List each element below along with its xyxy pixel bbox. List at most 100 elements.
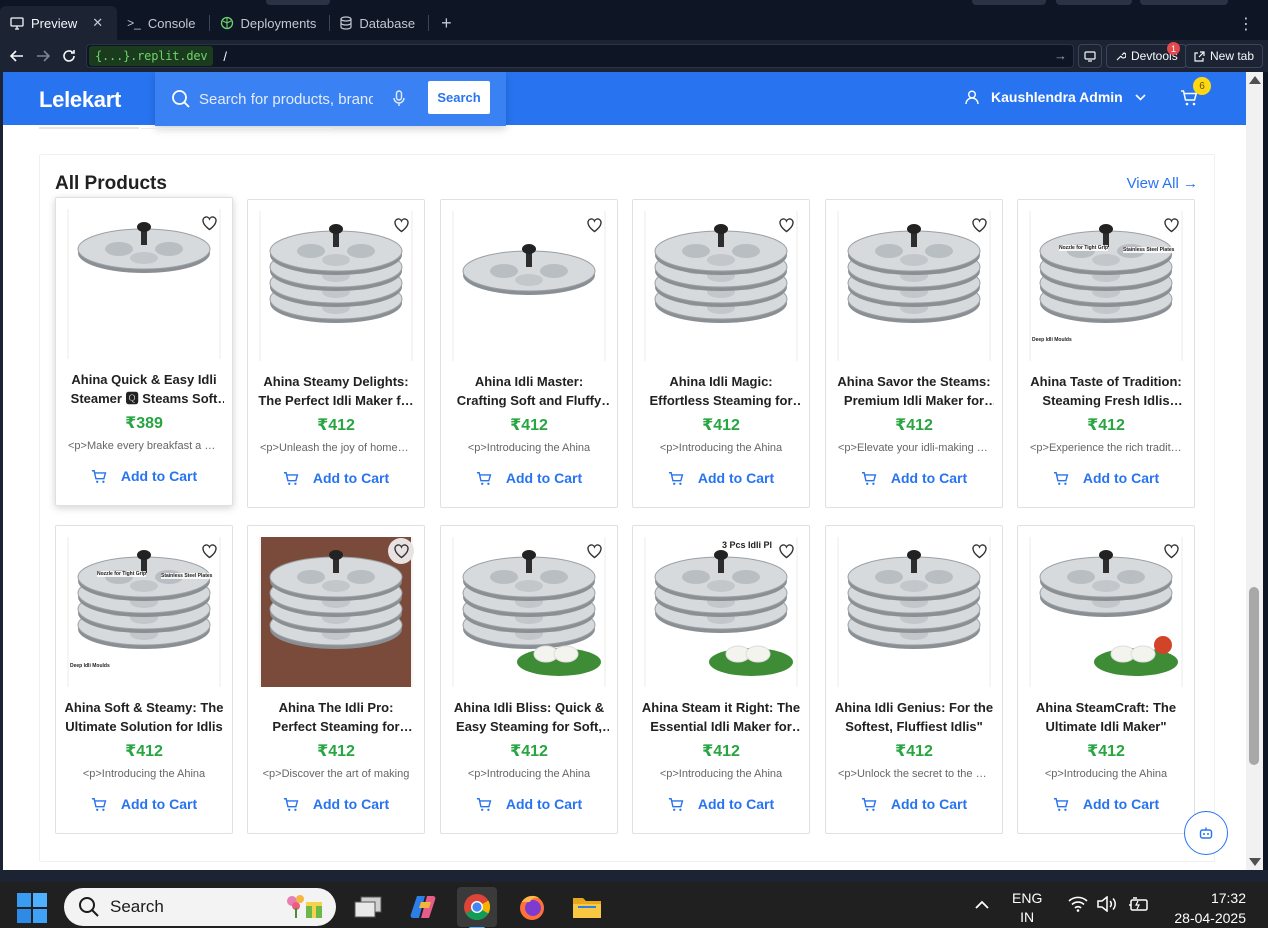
add-to-cart-button[interactable]: Add to Cart [633, 796, 809, 812]
url-input[interactable]: {...}.replit.dev / → [86, 44, 1074, 68]
wishlist-heart-icon[interactable] [388, 212, 414, 238]
product-name[interactable]: Ahina Steamy Delights: The Perfect Idli … [256, 373, 416, 411]
product-card[interactable]: Ahina Idli Master: Crafting Soft and Flu… [440, 199, 618, 508]
product-image[interactable]: Nozzle for Tight Grip Stainless Steel Pla… [1029, 211, 1183, 361]
taskbar-search-box[interactable]: Search [64, 888, 336, 926]
product-name[interactable]: Ahina Steam it Right: The Essential Idli… [641, 699, 801, 737]
top-stub [266, 0, 330, 5]
product-image[interactable] [67, 209, 221, 359]
product-image[interactable]: Nozzle for Tight Grip Stainless Steel Pla… [67, 537, 221, 687]
windows-start-icon[interactable] [17, 893, 47, 923]
go-arrow-icon[interactable]: → [1054, 48, 1067, 63]
wishlist-heart-icon[interactable] [581, 538, 607, 564]
volume-icon[interactable] [1097, 896, 1119, 912]
product-name[interactable]: Ahina Idli Magic: Effortless Steaming fo… [641, 373, 801, 411]
wishlist-heart-icon[interactable] [196, 210, 222, 236]
file-explorer-button[interactable] [567, 887, 607, 927]
tab-preview[interactable]: Preview ✕ [0, 6, 118, 40]
wishlist-heart-icon[interactable] [581, 212, 607, 238]
product-name[interactable]: Ahina Taste of Tradition: Steaming Fresh… [1026, 373, 1186, 411]
search-input[interactable] [199, 88, 373, 110]
add-tab-button[interactable]: + [429, 6, 464, 40]
language-indicator[interactable]: ENG IN [1012, 889, 1042, 927]
product-card[interactable]: Nozzle for Tight Grip Stainless Steel Pla… [1017, 199, 1195, 508]
reload-icon[interactable] [56, 43, 82, 69]
scroll-thumb[interactable] [1249, 587, 1259, 765]
product-image[interactable] [259, 537, 413, 687]
wifi-icon[interactable] [1068, 896, 1088, 912]
user-menu[interactable]: Kaushlendra Admin [965, 89, 1146, 105]
product-image[interactable] [452, 537, 606, 687]
product-name[interactable]: Ahina The Idli Pro: Perfect Steaming for… [256, 699, 416, 737]
clock[interactable]: 17:32 28-04-2025 [1174, 888, 1246, 928]
add-to-cart-button[interactable]: Add to Cart [248, 470, 424, 486]
view-all-link[interactable]: View All → [1127, 175, 1198, 192]
forward-arrow-icon[interactable] [30, 43, 56, 69]
product-card[interactable]: Ahina Idli Bliss: Quick & Easy Steaming … [440, 525, 618, 834]
page-scrollbar[interactable] [1246, 72, 1263, 870]
new-tab-button[interactable]: New tab [1185, 44, 1264, 68]
scroll-down-arrow-icon[interactable] [1249, 858, 1261, 866]
product-card[interactable]: Ahina Savor the Steams: Premium Idli Mak… [825, 199, 1003, 508]
product-card[interactable]: Ahina Quick & Easy Idli Steamer 🆀 Steams… [55, 197, 233, 506]
product-card[interactable]: Ahina SteamCraft: The Ultimate Idli Make… [1017, 525, 1195, 834]
wishlist-heart-icon[interactable] [966, 538, 992, 564]
task-view-button[interactable] [348, 887, 388, 927]
product-name[interactable]: Ahina SteamCraft: The Ultimate Idli Make… [1026, 699, 1186, 737]
product-card[interactable]: Ahina Idli Magic: Effortless Steaming fo… [632, 199, 810, 508]
site-logo[interactable]: Lelekart [39, 87, 121, 113]
product-image[interactable] [837, 537, 991, 687]
tab-database[interactable]: Database [330, 6, 430, 40]
add-to-cart-button[interactable]: Add to Cart [248, 796, 424, 812]
product-card[interactable]: 3 Pcs Idli Pl Ahina Steam it Right: The E… [632, 525, 810, 834]
product-image[interactable]: 3 Pcs Idli Pl [644, 537, 798, 687]
add-to-cart-button[interactable]: Add to Cart [1018, 796, 1194, 812]
devtools-button[interactable]: Devtools 1 [1106, 42, 1187, 68]
product-image[interactable] [837, 211, 991, 361]
more-options-icon[interactable]: ⋮ [1238, 14, 1254, 34]
product-name[interactable]: Ahina Savor the Steams: Premium Idli Mak… [834, 373, 994, 411]
product-card[interactable]: Ahina Idli Genius: For the Softest, Fluf… [825, 525, 1003, 834]
product-card[interactable]: Ahina Steamy Delights: The Perfect Idli … [247, 199, 425, 508]
product-card[interactable]: Ahina The Idli Pro: Perfect Steaming for… [247, 525, 425, 834]
product-name[interactable]: Ahina Idli Bliss: Quick & Easy Steaming … [449, 699, 609, 737]
product-image[interactable] [1029, 537, 1183, 687]
product-name[interactable]: Ahina Idli Genius: For the Softest, Fluf… [834, 699, 994, 737]
wishlist-heart-icon[interactable] [773, 212, 799, 238]
tab-deployments[interactable]: Deployments [210, 6, 331, 40]
tab-console[interactable]: >_ Console [117, 6, 210, 40]
add-to-cart-button[interactable]: Add to Cart [56, 796, 232, 812]
add-to-cart-button[interactable]: Add to Cart [56, 468, 232, 484]
microphone-icon[interactable] [393, 90, 405, 107]
wishlist-heart-icon[interactable] [773, 538, 799, 564]
add-to-cart-button[interactable]: Add to Cart [826, 796, 1002, 812]
battery-icon[interactable] [1127, 896, 1149, 912]
wishlist-heart-icon[interactable] [966, 212, 992, 238]
add-to-cart-button[interactable]: Add to Cart [441, 470, 617, 486]
wishlist-heart-icon[interactable] [1158, 538, 1184, 564]
chrome-app-button[interactable] [457, 887, 497, 928]
add-to-cart-button[interactable]: Add to Cart [633, 470, 809, 486]
device-toggle-button[interactable] [1078, 44, 1102, 68]
add-to-cart-button[interactable]: Add to Cart [1018, 470, 1194, 486]
product-name[interactable]: Ahina Idli Master: Crafting Soft and Flu… [449, 373, 609, 411]
scroll-up-arrow-icon[interactable] [1249, 76, 1261, 84]
copilot-button[interactable] [403, 887, 443, 927]
chatbot-button[interactable] [1184, 811, 1228, 855]
product-image[interactable] [644, 211, 798, 361]
product-image[interactable] [259, 211, 413, 361]
product-card[interactable]: Nozzle for Tight Grip Stainless Steel Pla… [55, 525, 233, 834]
firefox-app-button[interactable] [512, 887, 552, 927]
search-button[interactable]: Search [428, 81, 490, 114]
product-name[interactable]: Ahina Soft & Steamy: The Ultimate Soluti… [64, 699, 224, 737]
chevron-up-icon[interactable] [975, 900, 989, 909]
wishlist-heart-icon[interactable] [196, 538, 222, 564]
back-arrow-icon[interactable] [4, 43, 30, 69]
wishlist-heart-icon[interactable] [1158, 212, 1184, 238]
add-to-cart-button[interactable]: Add to Cart [826, 470, 1002, 486]
add-to-cart-button[interactable]: Add to Cart [441, 796, 617, 812]
product-image[interactable] [452, 211, 606, 361]
product-name[interactable]: Ahina Quick & Easy Idli Steamer 🆀 Steams… [64, 371, 224, 409]
close-icon[interactable]: ✕ [92, 15, 103, 31]
wishlist-heart-icon[interactable] [388, 538, 414, 564]
